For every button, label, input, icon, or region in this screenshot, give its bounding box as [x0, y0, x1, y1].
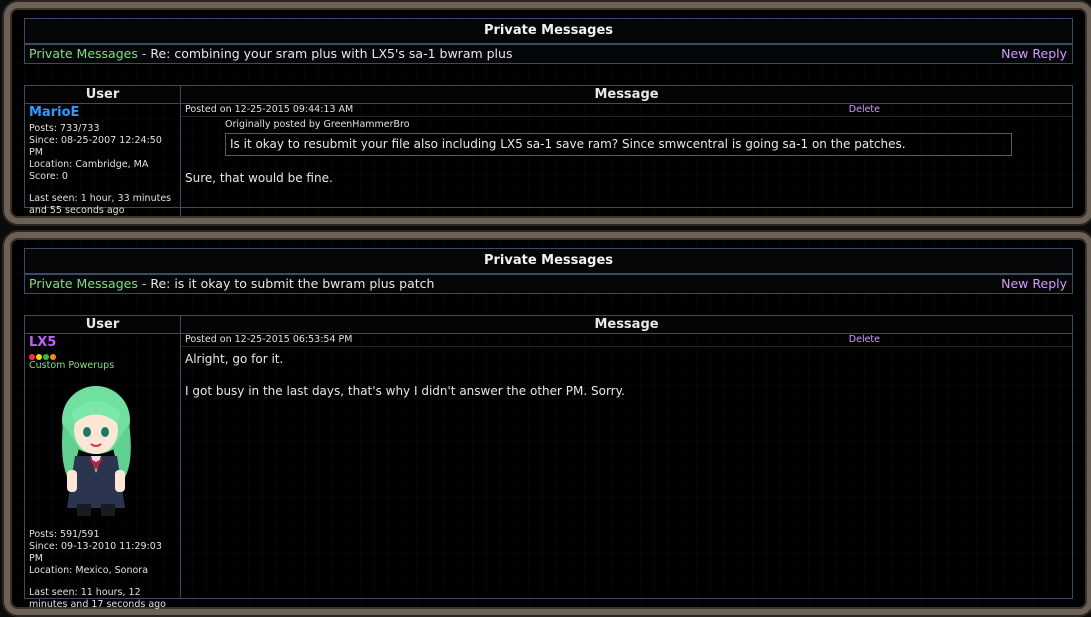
message-subject: Re: combining your sram plus with LX5's … — [150, 46, 513, 61]
panel-title: Private Messages — [24, 18, 1073, 44]
post-table: User Message MarioE Posts: 733/733 Since… — [24, 85, 1073, 219]
breadcrumb-separator: - — [137, 46, 151, 61]
user-location: Location: Mexico, Sonora — [29, 565, 149, 576]
post-row: LX5 Custom Powerups Posts: 591/591 Since… — [25, 334, 1072, 610]
message-column-header: Message — [594, 87, 659, 102]
new-reply-link[interactable]: New Reply — [1001, 275, 1067, 293]
user-info: LX5 Custom Powerups Posts: 591/591 Since… — [25, 334, 181, 610]
last-seen: Last seen: 1 hour, 33 minutes and 55 sec… — [29, 193, 172, 216]
breadcrumb-separator: - — [137, 276, 151, 291]
message-subject: Re: is it okay to submit the bwram plus … — [150, 276, 435, 291]
post-table: User Message LX5 Custom Powerups Posts: … — [24, 315, 1073, 610]
message-panel-2: Private Messages Private Messages - Re: … — [4, 232, 1091, 615]
rank-dots — [29, 352, 176, 360]
new-reply-link[interactable]: New Reply — [1001, 45, 1067, 63]
breadcrumb: Private Messages - Re: is it okay to sub… — [24, 274, 1073, 294]
message-text: Alright, go for it. — [185, 352, 284, 366]
breadcrumb: Private Messages - Re: combining your sr… — [24, 44, 1073, 64]
last-seen: Last seen: 11 hours, 12 minutes and 17 s… — [29, 587, 166, 610]
delete-link[interactable]: Delete — [849, 334, 880, 345]
user-column-header: User — [25, 86, 181, 103]
message-text: I got busy in the last days, that's why … — [185, 384, 625, 398]
user-column-header: User — [25, 316, 181, 333]
message-body: Posted on 12-25-2015 09:44:13 AM Delete … — [181, 104, 1072, 219]
username-link[interactable]: LX5 — [29, 336, 176, 350]
breadcrumb-private-messages-link[interactable]: Private Messages — [29, 276, 138, 291]
member-since: Since: 09-13-2010 11:29:03 PM — [29, 541, 162, 564]
post-date: Posted on 12-25-2015 06:53:54 PM — [181, 334, 1072, 347]
username-link[interactable]: MarioE — [29, 106, 176, 120]
post-count: Posts: 591/591 — [29, 529, 100, 540]
user-rank: Custom Powerups — [29, 360, 115, 371]
user-info: MarioE Posts: 733/733 Since: 08-25-2007 … — [25, 104, 181, 219]
post-row: MarioE Posts: 733/733 Since: 08-25-2007 … — [25, 104, 1072, 219]
quote-header: Originally posted by GreenHammerBro — [225, 119, 410, 130]
member-since: Since: 08-25-2007 12:24:50 PM — [29, 135, 162, 158]
delete-link[interactable]: Delete — [849, 104, 880, 115]
post-date: Posted on 12-25-2015 09:44:13 AM — [181, 104, 1072, 117]
message-text: Sure, that would be fine. — [185, 171, 333, 185]
post-table-header: User Message — [25, 316, 1072, 334]
breadcrumb-private-messages-link[interactable]: Private Messages — [29, 46, 138, 61]
message-body: Posted on 12-25-2015 06:53:54 PM Delete … — [181, 334, 1072, 598]
quote-box: Is it okay to resubmit your file also in… — [225, 133, 1012, 156]
user-location: Location: Cambridge, MA — [29, 159, 149, 170]
post-count: Posts: 733/733 — [29, 123, 100, 134]
avatar — [62, 386, 131, 516]
message-column-header: Message — [594, 317, 659, 332]
message-panel-1: Private Messages Private Messages - Re: … — [4, 2, 1091, 224]
panel-title: Private Messages — [24, 248, 1073, 274]
user-score: Score: 0 — [29, 171, 68, 182]
post-table-header: User Message — [25, 86, 1072, 104]
